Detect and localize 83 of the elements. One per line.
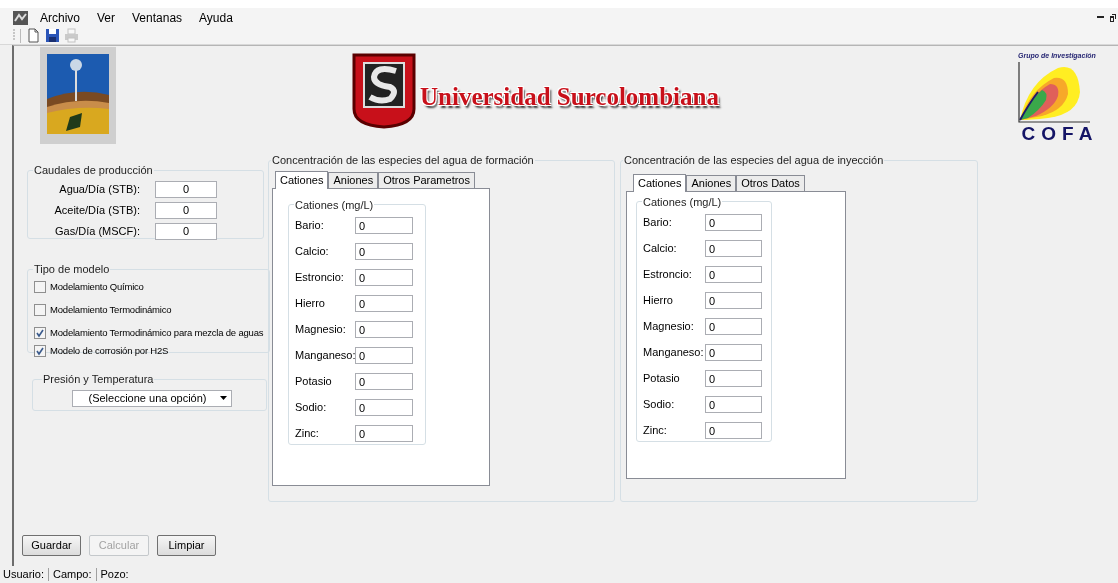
text-field[interactable]: 0 [705,292,762,309]
checkbox[interactable] [34,303,46,316]
field-label: Estroncio: [295,270,345,286]
restore-icon[interactable] [1110,13,1116,22]
text-field[interactable]: 0 [705,240,762,257]
new-document-icon[interactable] [26,28,41,43]
text-field[interactable]: 0 [355,243,413,260]
field-label: Hierro [643,293,674,309]
tab[interactable]: Aniones [328,171,379,188]
text-field[interactable]: 0 [155,201,217,219]
text-field[interactable]: 0 [705,266,762,283]
menu-item[interactable]: Ayuda [199,8,233,27]
field-label: Sodio: [643,397,676,413]
field-label: Manganeso: [643,345,705,361]
text-field[interactable]: 0 [155,222,217,240]
field-label: Manganeso: [295,348,355,364]
checkbox-label: Modelo de corrosión por H2S [50,344,169,359]
dropdown[interactable]: (Seleccione una opción) [72,389,232,407]
group-title: Caudales de producción [33,163,154,178]
text-field[interactable]: 0 [355,347,413,364]
field-label: Magnesio: [643,319,695,335]
field-label: Potasio [295,374,333,390]
text-field[interactable]: 0 [155,180,217,198]
tab[interactable]: Cationes [275,170,329,189]
field-label: Estroncio: [643,267,693,283]
tab[interactable]: Aniones [686,174,737,191]
text-field[interactable]: 0 [705,370,762,387]
field-label: Zinc: [295,426,320,442]
field-label: Sodio: [295,400,328,416]
group-title: Cationes (mg/L) [294,197,375,213]
field-label: Potasio [643,371,681,387]
field-label: Hierro [295,296,326,312]
text-field[interactable]: 0 [355,269,413,286]
text-field[interactable]: 0 [355,425,413,442]
menu-item[interactable]: Archivo [40,8,80,27]
university-name: Universidad Surcolombiana [420,82,719,113]
save-icon[interactable] [45,28,60,43]
checkbox[interactable] [34,327,46,340]
cofa-name: COFA [1020,123,1099,144]
button[interactable]: Limpiar [157,535,216,556]
text-field[interactable]: 0 [355,217,413,234]
group-title: Tipo de modelo [33,262,111,277]
menu-item[interactable]: Ver [97,8,116,27]
field-label: Gas/Día (MSCF): [54,223,140,239]
checkbox[interactable] [34,345,46,358]
field-label: Magnesio: [295,322,347,338]
text-field[interactable]: 0 [355,399,413,416]
text-field[interactable]: 0 [705,422,762,439]
text-field[interactable]: 0 [705,214,762,231]
text-field[interactable]: 0 [355,373,413,390]
group-title: Concentración de las especies del agua de inyección [623,153,885,168]
group-title: Presión y Temperatura [42,372,155,387]
field-label: Calcio: [643,241,678,257]
text-field[interactable]: 0 [705,396,762,413]
button[interactable]: Guardar [22,535,81,556]
checkbox-label: Modelamiento Termodinámico [50,302,172,317]
status-label: Pozo: [100,567,129,583]
app-icon[interactable] [13,10,28,25]
text-field[interactable]: 0 [355,321,413,338]
checkbox-label: Modelamiento Químico [50,279,144,294]
cofa-plume-drawing [1018,61,1090,124]
field-label: Calcio: [295,244,330,260]
text-field[interactable]: 0 [355,295,413,312]
status-label: Usuario: [3,567,44,583]
caret-icon [220,396,227,400]
tab[interactable]: Cationes [633,173,687,192]
minimize-icon[interactable] [1097,16,1104,19]
checkbox-label: Modelamiento Termodinámico para mezcla de aguas [50,326,264,340]
field-label: Agua/Día (STB): [58,181,140,197]
field-label: Bario: [643,215,673,231]
shield-logo-icon [350,51,418,129]
status-label: Campo: [52,567,92,583]
text-field[interactable]: 0 [705,318,762,335]
field-label: Bario: [295,218,325,234]
tab[interactable]: Otros Parametros [378,171,475,188]
group-title: Cationes (mg/L) [642,194,723,210]
text-field[interactable]: 0 [705,344,762,361]
group-title: Concentración de las especies del agua de formación [271,153,535,168]
menu-item[interactable]: Ventanas [132,8,183,27]
checkbox[interactable] [34,280,46,293]
field-label: Aceite/Día (STB): [53,202,140,218]
tab[interactable]: Otros Datos [736,174,805,191]
field-label: Zinc: [643,423,668,439]
